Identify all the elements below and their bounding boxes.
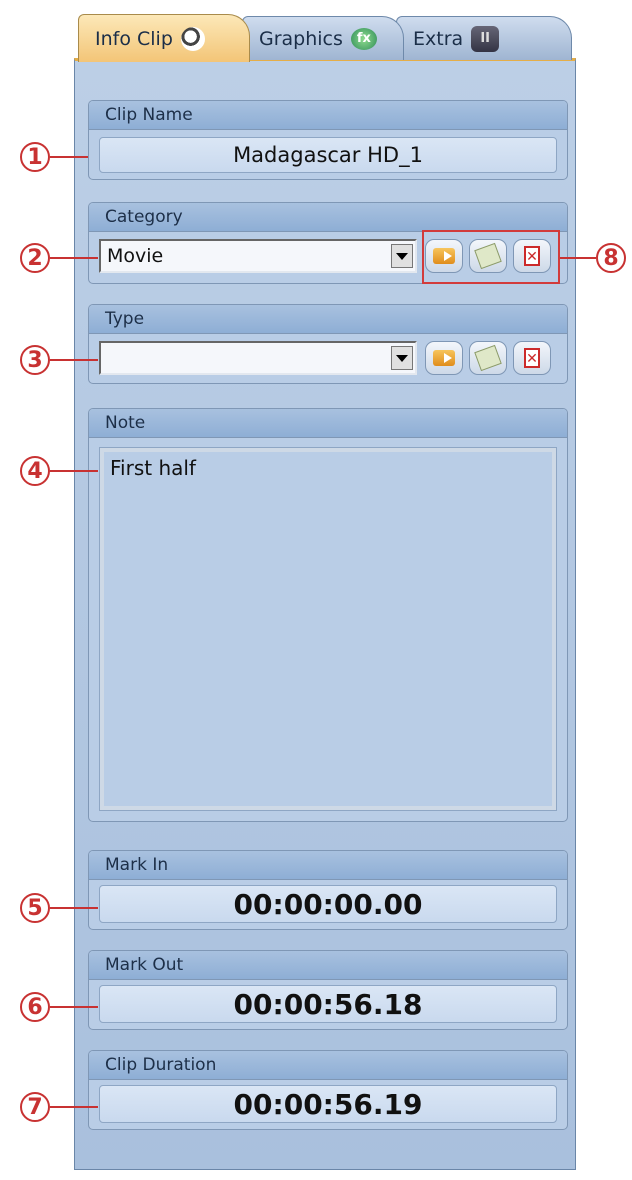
note-label: Note <box>89 409 567 438</box>
clip-duration-field: 00:00:56.19 <box>99 1085 557 1123</box>
clip-name-group: Clip Name Madagascar HD_1 <box>88 100 568 180</box>
callout-line <box>50 470 98 472</box>
category-label: Category <box>89 203 567 232</box>
note-group: Note First half <box>88 408 568 822</box>
callout-6: 6 <box>20 992 50 1022</box>
callout-line <box>560 257 596 259</box>
edit-icon <box>474 344 502 372</box>
tab-bar: Info Clip Graphics fx Extra II <box>74 12 574 62</box>
callout-7: 7 <box>20 1092 50 1122</box>
type-delete-button[interactable]: ✕ <box>513 341 551 375</box>
callout-line <box>50 907 98 909</box>
tab-label: Extra <box>413 27 464 50</box>
type-edit-button[interactable] <box>469 341 507 375</box>
callout-line <box>50 1106 98 1108</box>
clip-duration-group: Clip Duration 00:00:56.19 <box>88 1050 568 1130</box>
tab-info-clip[interactable]: Info Clip <box>78 14 250 62</box>
action-buttons-highlight <box>422 230 560 284</box>
type-group: Type ✕ <box>88 304 568 384</box>
note-textarea[interactable]: First half <box>99 447 557 811</box>
tab-label: Info Clip <box>95 27 173 50</box>
callout-line <box>50 359 98 361</box>
callout-line <box>50 1006 98 1008</box>
type-dropdown[interactable] <box>99 341 417 375</box>
callout-1: 1 <box>20 142 50 172</box>
fx-icon: fx <box>350 27 377 50</box>
callout-line <box>50 156 88 158</box>
callout-8: 8 <box>596 243 626 273</box>
tab-graphics[interactable]: Graphics fx <box>242 16 404 60</box>
mark-in-label: Mark In <box>89 851 567 880</box>
callout-2: 2 <box>20 243 50 273</box>
arrow-right-icon <box>433 350 455 366</box>
delete-icon: ✕ <box>524 348 540 368</box>
mark-out-label: Mark Out <box>89 951 567 980</box>
mark-out-group: Mark Out 00:00:56.18 <box>88 950 568 1030</box>
clip-name-label: Clip Name <box>89 101 567 130</box>
callout-5: 5 <box>20 893 50 923</box>
soccer-ball-icon <box>180 26 205 51</box>
mark-in-field[interactable]: 00:00:00.00 <box>99 885 557 923</box>
callout-3: 3 <box>20 345 50 375</box>
category-value: Movie <box>107 245 164 267</box>
callout-4: 4 <box>20 456 50 486</box>
chevron-down-icon[interactable] <box>391 244 413 268</box>
mark-in-group: Mark In 00:00:00.00 <box>88 850 568 930</box>
category-dropdown[interactable]: Movie <box>99 239 417 273</box>
type-label: Type <box>89 305 567 334</box>
extra-icon: II <box>471 25 500 52</box>
clip-duration-label: Clip Duration <box>89 1051 567 1080</box>
chevron-down-icon[interactable] <box>391 346 413 370</box>
callout-line <box>50 257 98 259</box>
clip-name-field[interactable]: Madagascar HD_1 <box>99 137 557 173</box>
mark-out-field[interactable]: 00:00:56.18 <box>99 985 557 1023</box>
tab-extra[interactable]: Extra II <box>396 16 572 60</box>
tab-label: Graphics <box>259 27 343 50</box>
type-apply-button[interactable] <box>425 341 463 375</box>
